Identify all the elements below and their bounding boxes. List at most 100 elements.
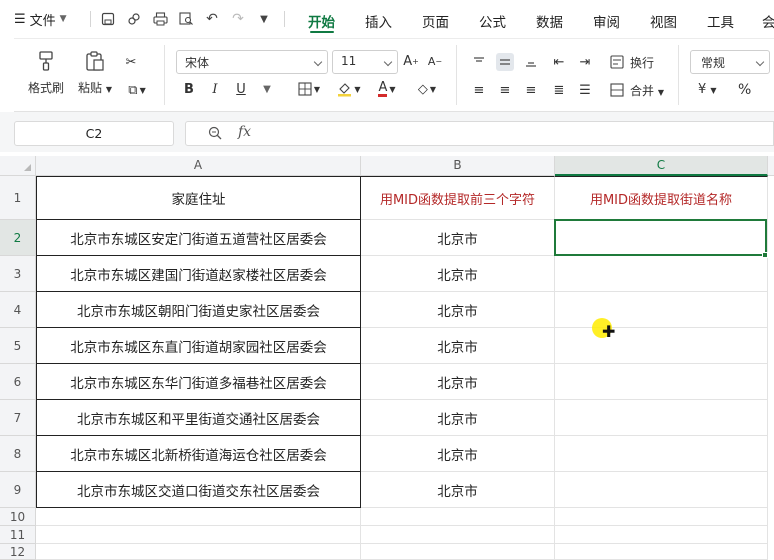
merge-cells-icon[interactable] [608,81,626,99]
tab-data[interactable]: 数据 [536,11,563,31]
empty-cell[interactable] [555,508,768,526]
row-header[interactable]: 9 [0,472,36,508]
row-header[interactable]: 2 [0,220,36,256]
print-icon[interactable] [150,9,170,29]
font-name-select[interactable]: 宋体 [176,50,328,74]
row-header[interactable]: 6 [0,364,36,400]
increase-indent-icon[interactable]: ⇥ [576,53,594,71]
row-header[interactable]: 8 [0,436,36,472]
cut-icon[interactable]: ✂ [122,53,140,71]
mid-result-cell[interactable]: 北京市 [361,472,555,508]
address-cell[interactable]: 北京市东城区交道口街道交东社区居委会 [36,472,361,508]
print-preview-icon[interactable] [176,9,196,29]
decrease-indent-icon[interactable]: ⇤ [550,53,568,71]
street-result-cell[interactable] [555,328,768,364]
redo-icon[interactable]: ↷ [228,9,248,29]
font-color-icon[interactable]: A ▼ [372,80,402,98]
column-header-a[interactable]: A [36,156,361,176]
address-cell[interactable]: 北京市东城区北新桥街道海运仓社区居委会 [36,436,361,472]
mid-result-cell[interactable]: 北京市 [361,220,555,256]
italic-icon[interactable]: I [206,80,224,98]
fill-handle[interactable] [762,252,768,258]
row-header[interactable]: 4 [0,292,36,328]
column-header-b[interactable]: B [361,156,555,176]
merge-label[interactable]: 合并 ▼ [630,82,664,99]
zoom-icon[interactable] [208,126,222,144]
street-result-cell[interactable] [555,400,768,436]
tab-view[interactable]: 视图 [650,11,677,31]
increase-font-icon[interactable]: A + [402,52,420,70]
copy-icon[interactable]: ⧉ ▼ [122,81,152,99]
bold-icon[interactable]: B [180,80,198,98]
street-result-cell[interactable] [555,364,768,400]
empty-cell[interactable] [361,526,555,544]
number-format-select[interactable]: 常规 [690,50,770,74]
align-right-icon[interactable]: ≡ [522,81,540,99]
align-top-icon[interactable] [470,53,488,71]
empty-cell[interactable] [361,508,555,526]
align-bottom-icon[interactable] [522,53,540,71]
quick-access-more-icon[interactable]: ▼ [254,9,274,29]
row-header[interactable]: 1 [0,176,36,220]
row-header[interactable]: 10 [0,508,36,526]
row-header[interactable]: 5 [0,328,36,364]
empty-cell[interactable] [36,544,361,560]
tab-more[interactable]: 会 [762,11,774,31]
address-cell[interactable]: 北京市东城区东直门街道胡家园社区居委会 [36,328,361,364]
active-cell-selection[interactable] [554,219,767,256]
decrease-font-icon[interactable]: A − [426,52,444,70]
street-result-cell[interactable] [555,292,768,328]
select-all-corner[interactable] [0,156,36,176]
empty-cell[interactable] [555,526,768,544]
align-middle-icon[interactable] [496,53,514,71]
format-painter-button[interactable]: 格式刷 [28,49,64,96]
address-cell[interactable]: 北京市东城区朝阳门街道史家社区居委会 [36,292,361,328]
wrap-text-label[interactable]: 换行 [630,54,654,71]
tab-insert[interactable]: 插入 [365,11,392,31]
tab-formulas[interactable]: 公式 [479,11,506,31]
currency-format-button[interactable]: ¥ ▼ [698,82,717,97]
row-header[interactable]: 12 [0,544,36,560]
header-cell-mid-first-three[interactable]: 用MID函数提取前三个字符 [361,176,555,220]
justify-icon[interactable]: ≣ [550,81,568,99]
tab-review[interactable]: 审阅 [593,11,620,31]
street-result-cell[interactable] [555,436,768,472]
tab-home[interactable]: 开始 [308,11,335,31]
paste-button[interactable]: 粘贴 ▼ [78,49,112,96]
undo-icon[interactable]: ↶ [202,9,222,29]
mid-result-cell[interactable]: 北京市 [361,400,555,436]
column-header-d[interactable] [768,156,774,176]
header-cell-mid-street[interactable]: 用MID函数提取街道名称 [555,176,768,220]
percent-format-button[interactable]: % [738,82,751,98]
formula-input[interactable]: fx [185,121,774,146]
address-cell[interactable]: 北京市东城区东华门街道多福巷社区居委会 [36,364,361,400]
mid-result-cell[interactable]: 北京市 [361,328,555,364]
row-header[interactable]: 11 [0,526,36,544]
address-cell[interactable]: 北京市东城区安定门街道五道营社区居委会 [36,220,361,256]
empty-cell[interactable] [36,508,361,526]
underline-options-icon[interactable]: ▼ [258,80,276,98]
font-size-select[interactable]: 11 [332,50,398,74]
tab-page[interactable]: 页面 [422,11,449,31]
mid-result-cell[interactable]: 北京市 [361,292,555,328]
tab-tools[interactable]: 工具 [707,11,734,31]
empty-cell[interactable] [555,544,768,560]
empty-cell[interactable] [361,544,555,560]
distributed-icon[interactable]: ☰ [576,81,594,99]
header-cell-address[interactable]: 家庭住址 [36,176,361,220]
file-menu-button[interactable]: ☰ 文件 ▼ [14,10,67,29]
fx-icon[interactable]: fx [238,124,251,140]
street-result-cell[interactable] [555,256,768,292]
underline-icon[interactable]: U [232,80,250,98]
row-header[interactable]: 3 [0,256,36,292]
fill-color-icon[interactable]: ▼ [334,80,364,98]
mid-result-cell[interactable]: 北京市 [361,364,555,400]
clear-format-icon[interactable]: ◇ ▼ [412,80,442,98]
row-header[interactable]: 7 [0,400,36,436]
mid-result-cell[interactable]: 北京市 [361,256,555,292]
column-header-c[interactable]: C [555,156,768,176]
name-box[interactable]: C2 [14,121,174,146]
link-icon[interactable] [124,9,144,29]
align-center-icon[interactable]: ≡ [496,81,514,99]
address-cell[interactable]: 北京市东城区建国门街道赵家楼社区居委会 [36,256,361,292]
